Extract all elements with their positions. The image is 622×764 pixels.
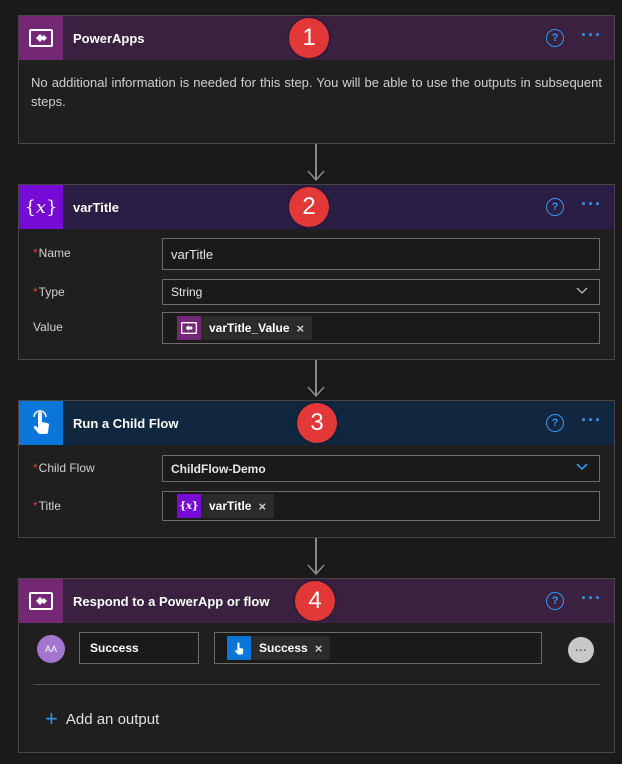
card-title: PowerApps [73, 30, 145, 46]
more-options-icon[interactable]: ··· [581, 195, 602, 213]
avatar-text: AA [44, 644, 57, 654]
help-icon[interactable]: ? [546, 592, 564, 610]
initialize-variable-card[interactable]: {x} varTitle 2 ? ··· *Name varTitle *Typ… [18, 184, 615, 360]
output-name-input[interactable]: Success [79, 632, 199, 664]
card-title: varTitle [73, 199, 120, 215]
respond-card-header[interactable]: Respond to a PowerApp or flow 4 ? ··· [19, 579, 614, 623]
output-value-input[interactable]: Success × [214, 632, 542, 664]
value-input[interactable]: varTitle_Value × [162, 312, 600, 344]
dynamic-content-token[interactable]: Success × [227, 636, 331, 660]
type-dropdown[interactable]: String [162, 279, 600, 305]
vartitle-card-header[interactable]: {x} varTitle 2 ? ··· [19, 185, 614, 229]
output-more-options-icon[interactable]: ··· [568, 637, 594, 663]
more-options-icon[interactable]: ··· [581, 589, 602, 607]
plus-icon: + [45, 706, 58, 731]
powerapps-logo-icon [19, 16, 63, 60]
info-message: No additional information is needed for … [31, 75, 602, 109]
add-output-label: Add an output [65, 710, 160, 728]
step-number-badge: 2 [289, 187, 329, 227]
help-icon[interactable]: ? [546, 414, 564, 432]
value-field-row: Value varTitle_Value × [19, 312, 614, 344]
title-label: *Title [33, 499, 61, 513]
flow-connector-arrow [307, 144, 325, 184]
title-field-row: *Title {x} varTitle × [19, 491, 614, 523]
flow-connector-arrow [307, 538, 325, 578]
type-value: String [171, 285, 203, 299]
chevron-down-icon [576, 463, 588, 471]
childflow-card-header[interactable]: Run a Child Flow 3 ? ··· [19, 401, 614, 445]
step-number-badge: 4 [295, 581, 335, 621]
output-type-avatar: AA [37, 635, 65, 663]
title-input[interactable]: {x} varTitle × [162, 491, 600, 521]
name-label: *Name [33, 246, 71, 260]
name-value: varTitle [171, 246, 214, 262]
more-options-icon[interactable]: ··· [581, 411, 602, 429]
value-label: Value [33, 320, 63, 334]
more-options-icon[interactable]: ··· [581, 26, 602, 44]
respond-to-powerapp-card[interactable]: Respond to a PowerApp or flow 4 ? ··· AA… [18, 578, 615, 753]
card-title: Respond to a PowerApp or flow [73, 593, 270, 609]
step-number-badge: 3 [297, 403, 337, 443]
powerapps-icon [177, 316, 201, 340]
run-child-flow-card[interactable]: Run a Child Flow 3 ? ··· *Child Flow Chi… [18, 400, 615, 538]
powerapps-logo-icon [19, 579, 63, 623]
touch-hand-icon [227, 636, 251, 660]
child-flow-dropdown[interactable]: ChildFlow-Demo [162, 455, 600, 482]
output-name-value: Success [90, 641, 139, 655]
powerapps-trigger-card[interactable]: PowerApps 1 ? ··· No additional informat… [18, 15, 615, 144]
chevron-down-icon [576, 287, 588, 294]
powerapps-card-header[interactable]: PowerApps 1 ? ··· [19, 16, 614, 60]
token-label: varTitle_Value [209, 321, 290, 335]
name-input[interactable]: varTitle [162, 238, 600, 270]
step-number-badge: 1 [289, 18, 329, 58]
variable-icon: {x} [19, 185, 63, 229]
dynamic-content-token[interactable]: {x} varTitle × [177, 494, 275, 518]
touch-hand-icon [19, 401, 63, 445]
token-label: varTitle [209, 499, 252, 513]
add-output-button[interactable]: + Add an output [45, 706, 160, 731]
dynamic-content-token[interactable]: varTitle_Value × [177, 316, 313, 340]
remove-token-icon[interactable]: × [297, 321, 305, 336]
divider [33, 684, 600, 685]
variable-icon: {x} [177, 494, 201, 518]
help-icon[interactable]: ? [546, 29, 564, 47]
token-label: Success [259, 641, 308, 655]
child-flow-value: ChildFlow-Demo [171, 461, 266, 476]
child-flow-field-row: *Child Flow ChildFlow-Demo [19, 455, 614, 487]
help-icon[interactable]: ? [546, 198, 564, 216]
flow-connector-arrow [307, 360, 325, 400]
type-field-row: *Type String [19, 279, 614, 311]
remove-token-icon[interactable]: × [315, 641, 323, 656]
child-flow-label: *Child Flow [33, 461, 95, 475]
remove-token-icon[interactable]: × [258, 499, 266, 514]
card-title: Run a Child Flow [73, 415, 179, 431]
type-label: *Type [33, 285, 65, 299]
name-field-row: *Name varTitle [19, 238, 614, 270]
